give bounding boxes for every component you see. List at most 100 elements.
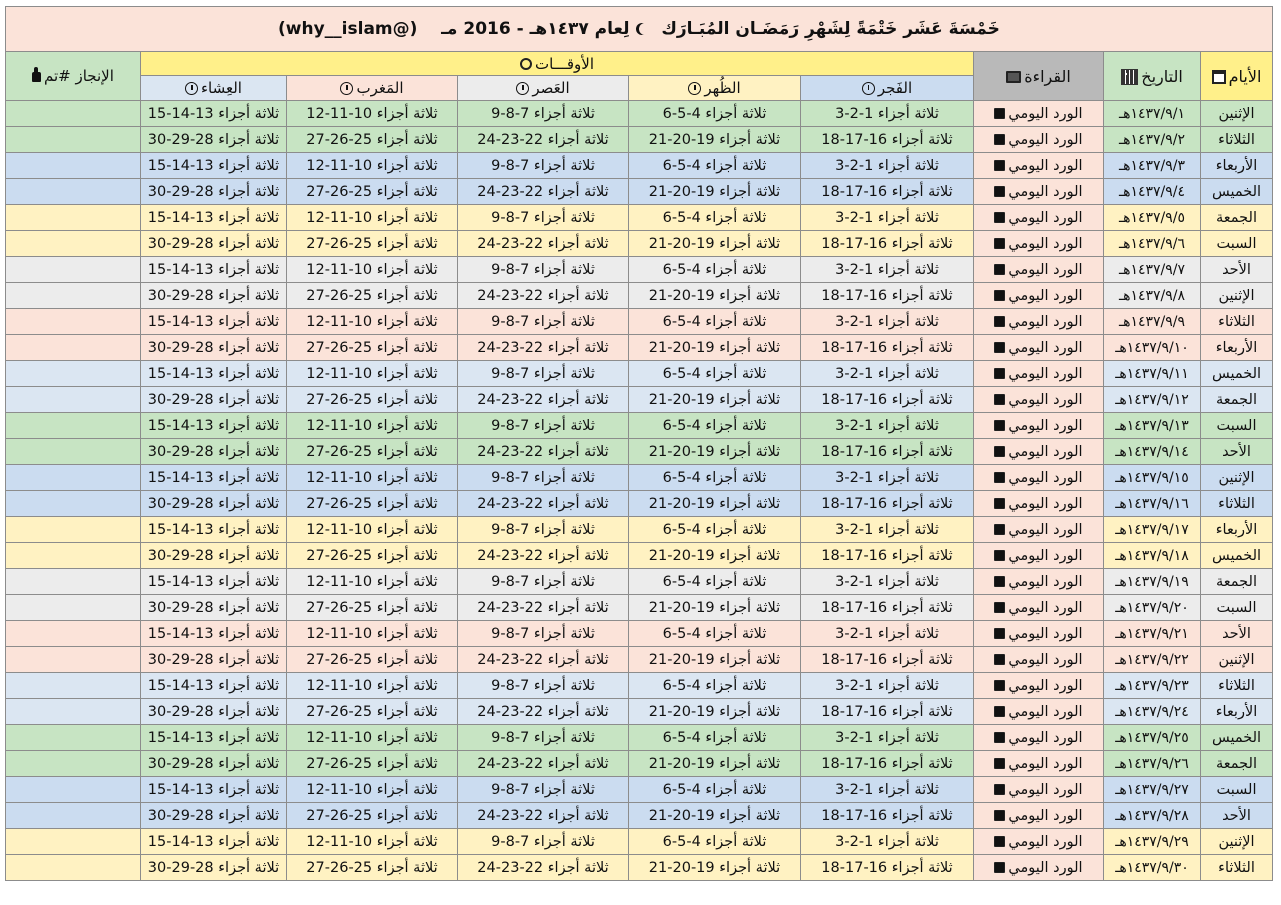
reading-label: الورد اليومي — [1008, 105, 1083, 122]
table-row: الإثنين ١٤٣٧/٩/٨هـ الورد اليومي ثلاثة أجزاء… — [4, 282, 1273, 309]
done-checkbox-cell[interactable] — [4, 230, 142, 257]
reading-label: الورد اليومي — [1008, 287, 1083, 304]
table-row: السبت ١٤٣٧/٩/٢٠هـ الورد اليومي ثلاثة أجزاء … — [4, 594, 1273, 621]
done-checkbox-cell[interactable] — [4, 438, 142, 465]
maghrib-cell: ثلاثة أجزاء 10-11-12 — [286, 412, 458, 439]
reading-cell: الورد اليومي — [973, 620, 1104, 647]
maghrib-cell: ثلاثة أجزاء 10-11-12 — [286, 152, 458, 179]
date-cell: ١٤٣٧/٩/١٧هـ — [1103, 516, 1201, 543]
fajr-cell: ثلاثة أجزاء 16-17-18 — [800, 854, 974, 881]
day-cell: الإثنين — [1200, 282, 1273, 309]
done-checkbox-cell[interactable] — [4, 178, 142, 205]
fajr-cell: ثلاثة أجزاء 16-17-18 — [800, 490, 974, 517]
date-cell: ١٤٣٧/٩/٢هـ — [1103, 126, 1201, 153]
maghrib-cell: ثلاثة أجزاء 10-11-12 — [286, 828, 458, 855]
done-checkbox-cell[interactable] — [4, 100, 142, 127]
day-cell: السبت — [1200, 230, 1273, 257]
isha-cell: ثلاثة أجزاء 13-14-15 — [140, 724, 287, 751]
done-checkbox-cell[interactable] — [4, 126, 142, 153]
fajr-cell: ثلاثة أجزاء 1-2-3 — [800, 204, 974, 231]
dhuhr-cell: ثلاثة أجزاء 4-5-6 — [628, 100, 801, 127]
done-checkbox-cell[interactable] — [4, 672, 142, 699]
done-checkbox-cell[interactable] — [4, 464, 142, 491]
date-cell: ١٤٣٧/٩/١٠هـ — [1103, 334, 1201, 361]
done-checkbox-cell[interactable] — [4, 152, 142, 179]
reading-cell: الورد اليومي — [973, 672, 1104, 699]
day-cell: الثلاثاء — [1200, 854, 1273, 881]
maghrib-cell: ثلاثة أجزاء 10-11-12 — [286, 464, 458, 491]
fajr-cell: ثلاثة أجزاء 1-2-3 — [800, 516, 974, 543]
table-row: الإثنين ١٤٣٧/٩/١هـ الورد اليومي ثلاثة أجزاء… — [4, 100, 1273, 127]
isha-cell: ثلاثة أجزاء 13-14-15 — [140, 412, 287, 439]
book-icon — [994, 836, 1006, 847]
date-cell: ١٤٣٧/٩/٢٠هـ — [1103, 594, 1201, 621]
table-row: الأربعاء ١٤٣٧/٩/٢٤هـ الورد اليومي ثلاثة أجز… — [4, 698, 1273, 725]
reading-cell: الورد اليومي — [973, 204, 1104, 231]
done-checkbox-cell[interactable] — [4, 542, 142, 569]
fajr-cell: ثلاثة أجزاء 16-17-18 — [800, 698, 974, 725]
reading-cell: الورد اليومي — [973, 230, 1104, 257]
table-row: السبت ١٤٣٧/٩/١٣هـ الورد اليومي ثلاثة أجزاء … — [4, 412, 1273, 439]
done-checkbox-cell[interactable] — [4, 828, 142, 855]
done-checkbox-cell[interactable] — [4, 724, 142, 751]
done-checkbox-cell[interactable] — [4, 516, 142, 543]
done-checkbox-cell[interactable] — [4, 360, 142, 387]
done-checkbox-cell[interactable] — [4, 308, 142, 335]
book-icon — [994, 212, 1006, 223]
reading-label: الورد اليومي — [1008, 807, 1083, 824]
done-checkbox-cell[interactable] — [4, 698, 142, 725]
done-checkbox-cell[interactable] — [4, 256, 142, 283]
done-checkbox-cell[interactable] — [4, 776, 142, 803]
reading-label: الورد اليومي — [1008, 313, 1083, 330]
day-cell: السبت — [1200, 412, 1273, 439]
done-checkbox-cell[interactable] — [4, 620, 142, 647]
done-checkbox-cell[interactable] — [4, 568, 142, 595]
done-checkbox-cell[interactable] — [4, 282, 142, 309]
book-icon — [994, 524, 1006, 535]
day-cell: الثلاثاء — [1200, 490, 1273, 517]
asr-cell: ثلاثة أجزاء 22-23-24 — [457, 750, 629, 777]
table-row: الأحد ١٤٣٧/٩/٢٨هـ الورد اليومي ثلاثة أجزاء … — [4, 802, 1273, 829]
reading-cell: الورد اليومي — [973, 464, 1104, 491]
reading-cell: الورد اليومي — [973, 802, 1104, 829]
clock-icon — [516, 82, 530, 95]
asr-cell: ثلاثة أجزاء 22-23-24 — [457, 698, 629, 725]
done-checkbox-cell[interactable] — [4, 204, 142, 231]
reading-cell: الورد اليومي — [973, 100, 1104, 127]
done-checkbox-cell[interactable] — [4, 490, 142, 517]
dhuhr-cell: ثلاثة أجزاء 4-5-6 — [628, 828, 801, 855]
fajr-cell: ثلاثة أجزاء 16-17-18 — [800, 802, 974, 829]
reading-label: الورد اليومي — [1008, 755, 1083, 772]
isha-cell: ثلاثة أجزاء 28-29-30 — [140, 126, 287, 153]
asr-cell: ثلاثة أجزاء 22-23-24 — [457, 334, 629, 361]
book-icon — [994, 550, 1006, 561]
done-checkbox-cell[interactable] — [4, 386, 142, 413]
header-day: الأيام — [1200, 51, 1273, 101]
reading-cell: الورد اليومي — [973, 438, 1104, 465]
done-checkbox-cell[interactable] — [4, 750, 142, 777]
done-checkbox-cell[interactable] — [4, 646, 142, 673]
fajr-cell: ثلاثة أجزاء 16-17-18 — [800, 230, 974, 257]
isha-cell: ثلاثة أجزاء 13-14-15 — [140, 828, 287, 855]
dhuhr-cell: ثلاثة أجزاء 19-20-21 — [628, 750, 801, 777]
done-checkbox-cell[interactable] — [4, 412, 142, 439]
asr-cell: ثلاثة أجزاء 22-23-24 — [457, 282, 629, 309]
day-cell: الجمعة — [1200, 568, 1273, 595]
isha-cell: ثلاثة أجزاء 13-14-15 — [140, 204, 287, 231]
asr-cell: ثلاثة أجزاء 7-8-9 — [457, 100, 629, 127]
table-row: الأربعاء ١٤٣٧/٩/١٠هـ الورد اليومي ثلاثة أجز… — [4, 334, 1273, 361]
done-checkbox-cell[interactable] — [4, 334, 142, 361]
date-cell: ١٤٣٧/٩/١٩هـ — [1103, 568, 1201, 595]
book-icon — [994, 498, 1006, 509]
fajr-cell: ثلاثة أجزاء 1-2-3 — [800, 308, 974, 335]
done-checkbox-cell[interactable] — [4, 854, 142, 881]
fajr-cell: ثلاثة أجزاء 1-2-3 — [800, 724, 974, 751]
day-cell: الإثنين — [1200, 100, 1273, 127]
asr-cell: ثلاثة أجزاء 22-23-24 — [457, 126, 629, 153]
maghrib-cell: ثلاثة أجزاء 25-26-27 — [286, 386, 458, 413]
reading-cell: الورد اليومي — [973, 568, 1104, 595]
done-checkbox-cell[interactable] — [4, 802, 142, 829]
maghrib-cell: ثلاثة أجزاء 10-11-12 — [286, 204, 458, 231]
fajr-cell: ثلاثة أجزاء 16-17-18 — [800, 750, 974, 777]
done-checkbox-cell[interactable] — [4, 594, 142, 621]
